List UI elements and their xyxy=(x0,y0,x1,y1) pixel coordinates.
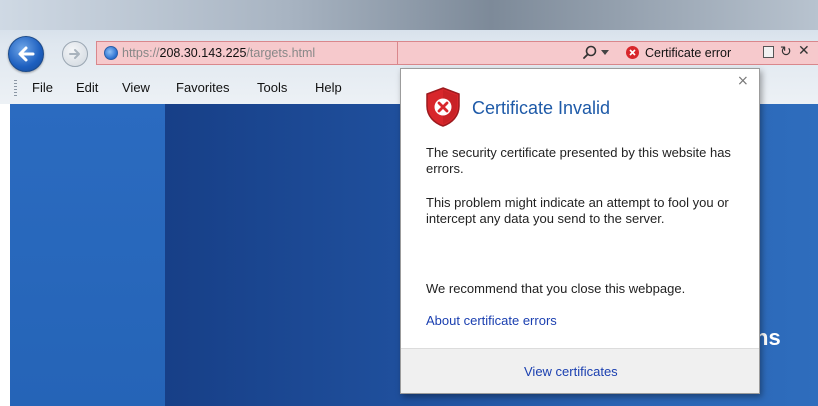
about-certificate-errors-link[interactable]: About certificate errors xyxy=(426,313,557,329)
page-left-panel xyxy=(10,104,165,406)
menu-edit[interactable]: Edit xyxy=(76,80,98,96)
menu-help-label: Help xyxy=(315,80,342,95)
menu-view-label: View xyxy=(122,80,150,95)
menu-file-label: File xyxy=(32,80,53,95)
view-certificates-button[interactable]: View certificates xyxy=(524,364,618,380)
popup-close-button[interactable]: × xyxy=(737,74,749,88)
popup-paragraph-recommend: We recommend that you close this webpage… xyxy=(426,281,686,296)
menu-favorites[interactable]: Favorites xyxy=(176,80,229,96)
shield-error-icon xyxy=(426,87,460,127)
menu-tools[interactable]: Tools xyxy=(257,80,287,96)
certificate-error-button[interactable]: Certificate error xyxy=(645,46,731,60)
menu-edit-label: Edit xyxy=(76,80,99,95)
forward-arrow-icon xyxy=(69,49,80,59)
menu-grip[interactable] xyxy=(14,80,17,96)
menu-favorites-label: Favorites xyxy=(176,80,230,95)
window-titlebar xyxy=(0,0,818,30)
stop-icon[interactable]: ✕ xyxy=(798,43,810,59)
menu-help[interactable]: Help xyxy=(315,80,342,96)
certificate-error-icon[interactable] xyxy=(626,46,639,59)
popup-paragraph-warning: This problem might indicate an attempt t… xyxy=(426,195,729,226)
page-globe-icon xyxy=(104,46,118,60)
popup-title: Certificate Invalid xyxy=(472,98,611,118)
menu-file[interactable]: File xyxy=(32,80,53,96)
search-dropdown-icon[interactable] xyxy=(601,50,609,55)
url-host: 208.30.143.225 xyxy=(159,46,247,60)
menu-tools-label: Tools xyxy=(257,80,288,95)
popup-paragraph-errors: The security certificate presented by th… xyxy=(426,145,731,176)
url-text[interactable]: https://208.30.143.225/targets.html xyxy=(122,46,315,60)
refresh-icon[interactable]: ↻ xyxy=(780,44,792,60)
url-scheme: https:// xyxy=(122,46,160,60)
search-icon[interactable] xyxy=(582,45,598,61)
forward-button[interactable] xyxy=(62,41,88,67)
compatibility-view-icon[interactable] xyxy=(763,46,774,58)
url-path: /targets.html xyxy=(246,46,316,60)
back-arrow-icon xyxy=(18,46,35,62)
menu-view[interactable]: View xyxy=(122,80,150,96)
back-button[interactable] xyxy=(8,36,44,72)
